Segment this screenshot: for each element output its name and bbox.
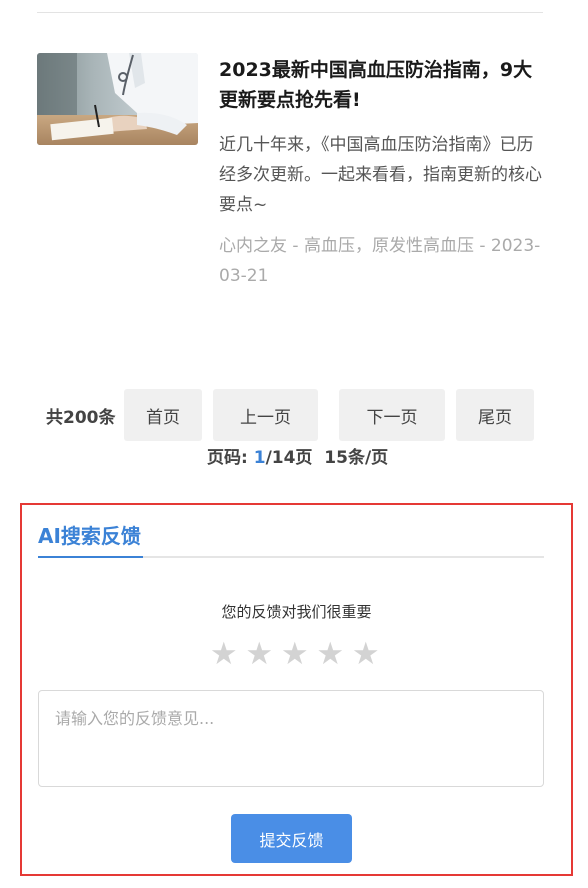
star-icon[interactable]: ★ — [206, 636, 242, 672]
star-icon[interactable]: ★ — [348, 636, 384, 672]
top-divider — [37, 12, 543, 13]
feedback-prompt: 您的反馈对我们很重要 — [221, 603, 372, 621]
doctor-writing-image — [37, 53, 198, 145]
first-page-button[interactable]: 首页 — [124, 389, 202, 441]
star-icon[interactable]: ★ — [313, 636, 349, 672]
ai-feedback-panel: AI搜索反馈 您的反馈对我们很重要 ★ ★ ★ ★ ★ 提交反馈 — [20, 503, 573, 876]
prev-page-button[interactable]: 上一页 — [213, 389, 318, 441]
feedback-textarea[interactable] — [38, 690, 544, 787]
page-label: 页码: — [207, 448, 254, 468]
total-count: 共200条 — [46, 408, 116, 428]
tab-underline — [38, 556, 544, 558]
star-rating[interactable]: ★ ★ ★ ★ ★ — [206, 636, 384, 672]
tab-ai-feedback[interactable]: AI搜索反馈 — [38, 520, 141, 549]
article-title[interactable]: 2023最新中国高血压防治指南，9大更新要点抢先看! — [219, 55, 543, 115]
total-pages: /14页 — [265, 448, 313, 468]
next-page-button[interactable]: 下一页 — [339, 389, 445, 441]
per-page: 15条/页 — [324, 448, 389, 468]
submit-feedback-button[interactable]: 提交反馈 — [231, 814, 352, 863]
star-icon[interactable]: ★ — [242, 636, 278, 672]
article-meta: 心内之友 - 高血压，原发性高血压 - 2023-03-21 — [219, 236, 541, 286]
last-page-button[interactable]: 尾页 — [456, 389, 534, 441]
pagination: 共200条 首页 上一页 下一页 尾页 — [0, 389, 588, 441]
star-icon[interactable]: ★ — [277, 636, 313, 672]
article-summary: 近几十年来，《中国高血压防治指南》已历经多次更新。一起来看看，指南更新的核心要点… — [219, 135, 542, 215]
article-thumbnail[interactable] — [37, 53, 198, 145]
active-tab-indicator — [38, 556, 143, 558]
page-info: 页码: 1/14页 15条/页 — [207, 443, 388, 468]
current-page: 1 — [253, 448, 266, 468]
